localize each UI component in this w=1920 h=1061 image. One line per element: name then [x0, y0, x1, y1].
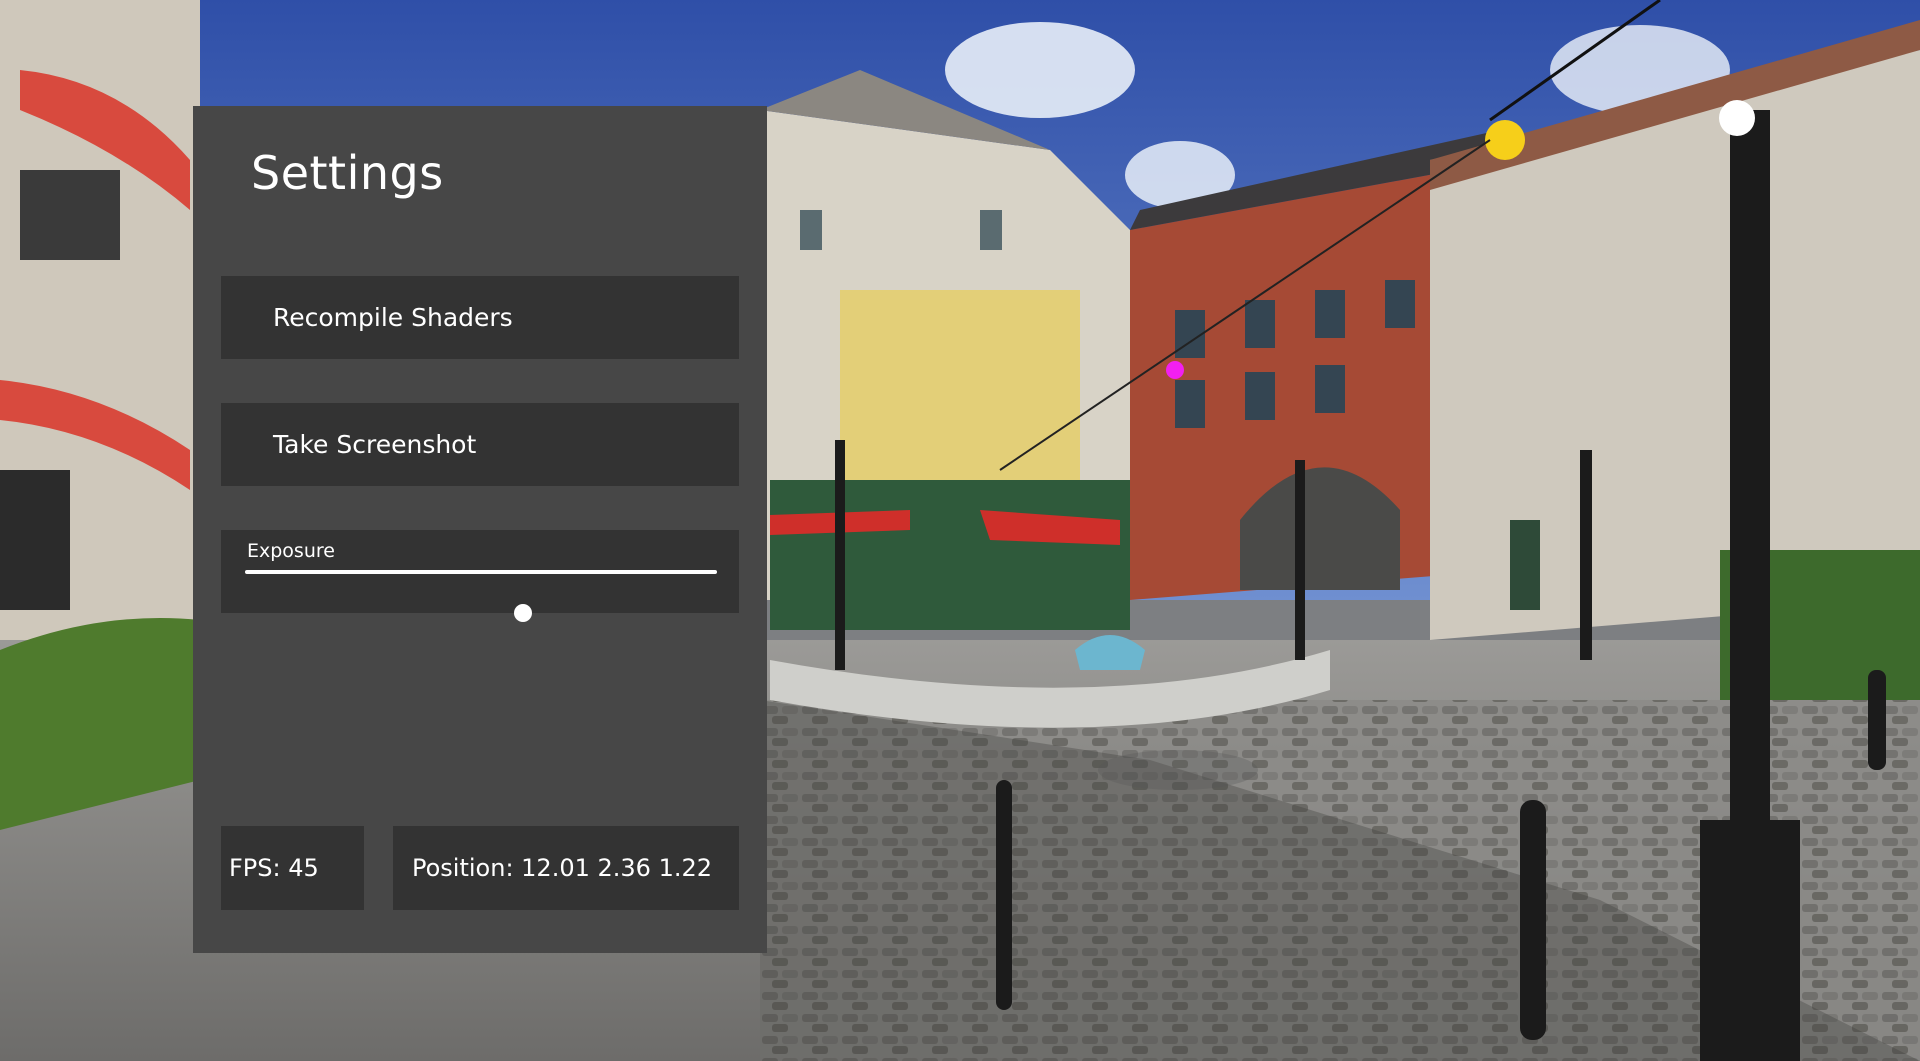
take-screenshot-label: Take Screenshot	[273, 430, 477, 459]
fps-readout: FPS: 45	[221, 826, 364, 910]
settings-title: Settings	[251, 146, 444, 200]
take-screenshot-button[interactable]: Take Screenshot	[221, 403, 739, 486]
exposure-slider-track[interactable]	[245, 570, 717, 622]
position-text: Position: 12.01 2.36 1.22	[412, 854, 712, 882]
position-readout: Position: 12.01 2.36 1.22	[393, 826, 739, 910]
fps-text: FPS: 45	[229, 854, 319, 882]
recompile-shaders-button[interactable]: Recompile Shaders	[221, 276, 739, 359]
exposure-slider-container: Exposure	[221, 530, 739, 622]
recompile-shaders-label: Recompile Shaders	[273, 303, 513, 332]
exposure-label: Exposure	[247, 540, 335, 562]
